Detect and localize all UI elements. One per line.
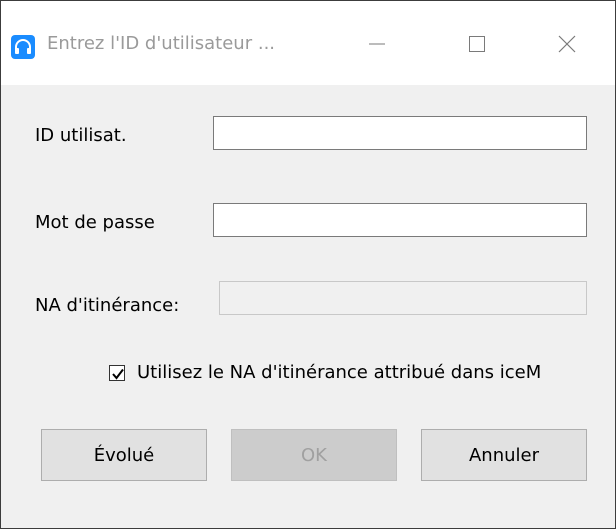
maximize-icon xyxy=(469,36,485,52)
minimize-button[interactable] xyxy=(357,29,397,59)
dialog-content: ID utilisat. Mot de passe NA d'itinéranc… xyxy=(1,85,615,528)
headset-icon xyxy=(11,35,35,59)
password-label: Mot de passe xyxy=(35,212,155,233)
roaming-label: NA d'itinérance: xyxy=(35,295,180,316)
ok-button[interactable]: OK xyxy=(231,429,397,481)
window-title: Entrez l'ID d'utilisateur ... xyxy=(47,33,276,54)
roaming-checkbox-label: Utilisez le NA d'itinérance attribué dan… xyxy=(137,362,542,383)
dialog-window: Entrez l'ID d'utilisateur ... ID utilisa… xyxy=(0,0,616,529)
advanced-button[interactable]: Évolué xyxy=(41,429,207,481)
close-button[interactable] xyxy=(547,29,587,59)
maximize-button[interactable] xyxy=(457,29,497,59)
roaming-input xyxy=(219,281,587,315)
user-id-input[interactable] xyxy=(213,116,587,150)
roaming-checkbox[interactable] xyxy=(109,365,125,381)
minimize-icon xyxy=(369,43,385,45)
title-bar[interactable]: Entrez l'ID d'utilisateur ... xyxy=(1,1,615,85)
user-id-label: ID utilisat. xyxy=(35,125,127,146)
cancel-button[interactable]: Annuler xyxy=(421,429,587,481)
password-input[interactable] xyxy=(213,203,587,237)
checkmark-icon xyxy=(112,368,124,380)
close-icon xyxy=(558,35,576,53)
